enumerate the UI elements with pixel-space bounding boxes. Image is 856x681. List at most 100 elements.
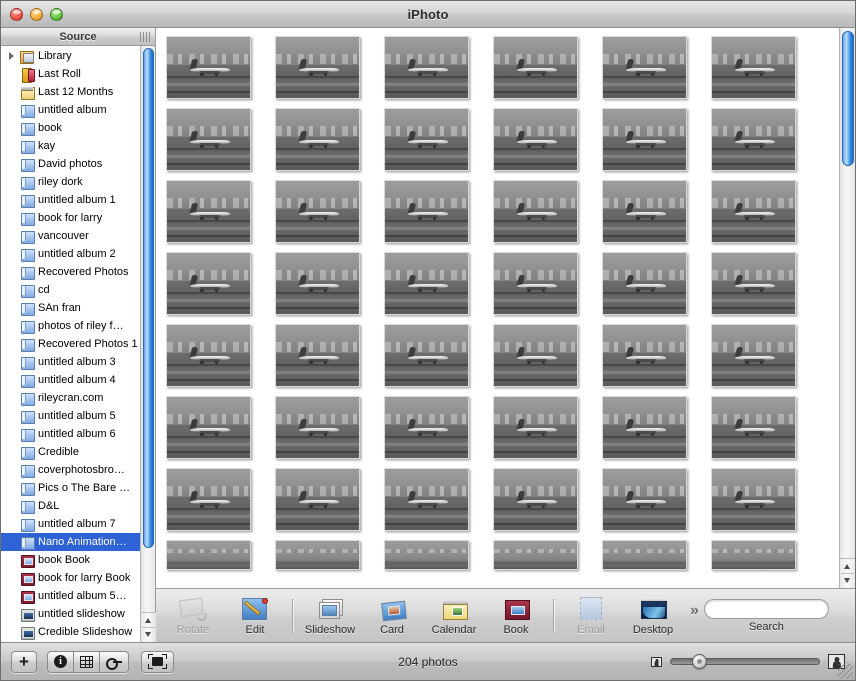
minimize-button[interactable] (30, 7, 43, 21)
sidebar-item-untitled-album-3[interactable]: untitled album 3 (1, 353, 140, 371)
small-thumbnail-icon[interactable] (651, 656, 662, 667)
photo-grid[interactable] (156, 28, 839, 588)
sidebar-item-cd[interactable]: cd (1, 281, 140, 299)
photo-thumbnail-cell[interactable] (711, 180, 820, 252)
photo-thumbnail[interactable] (384, 36, 469, 99)
photo-thumbnail-cell[interactable] (493, 540, 602, 588)
sidebar-scrollbar[interactable] (140, 46, 156, 642)
photo-thumbnail-cell[interactable] (275, 252, 384, 324)
photo-thumbnail[interactable] (493, 396, 578, 459)
photo-thumbnail[interactable] (166, 108, 251, 171)
toolbar-desktop-button[interactable]: Desktop (622, 591, 684, 641)
photo-scrollbar-thumb[interactable] (842, 31, 854, 166)
photo-thumbnail[interactable] (166, 540, 251, 570)
sidebar-item-library[interactable]: Library (1, 47, 140, 65)
sidebar-item-untitled-album-5[interactable]: untitled album 5… (1, 587, 140, 605)
photo-thumbnail[interactable] (275, 396, 360, 459)
sidebar-item-untitled-album-2[interactable]: untitled album 2 (1, 245, 140, 263)
photo-thumbnail[interactable] (493, 468, 578, 531)
fullscreen-button[interactable] (141, 650, 174, 673)
show-keywords-button[interactable] (100, 650, 129, 673)
photo-thumbnail-cell[interactable] (384, 540, 493, 588)
photo-thumbnail[interactable] (384, 252, 469, 315)
toolbar-card-button[interactable]: Card (361, 591, 423, 641)
photo-thumbnail-cell[interactable] (711, 324, 820, 396)
photo-thumbnail[interactable] (602, 108, 687, 171)
photo-thumbnail[interactable] (384, 468, 469, 531)
photo-thumbnail-cell[interactable] (275, 540, 384, 588)
photo-thumbnail[interactable] (384, 324, 469, 387)
photo-thumbnail[interactable] (166, 468, 251, 531)
photo-thumbnail[interactable] (602, 396, 687, 459)
photo-thumbnail-cell[interactable] (711, 36, 820, 108)
source-list[interactable]: Library Last Roll Last 12 Months untitled a… (1, 46, 140, 642)
add-album-button[interactable]: + (11, 650, 37, 673)
photo-thumbnail-cell[interactable] (493, 396, 602, 468)
toolbar-calendar-button[interactable]: Calendar (423, 591, 485, 641)
photo-thumbnail[interactable] (275, 36, 360, 99)
photo-thumbnail-cell[interactable] (493, 252, 602, 324)
sidebar-item-recovered-photos-1[interactable]: Recovered Photos 1 (1, 335, 140, 353)
sidebar-item-untitled-album-5[interactable]: untitled album 5 (1, 407, 140, 425)
sidebar-item-untitled-album-4[interactable]: untitled album 4 (1, 371, 140, 389)
sidebar-item-untitled-album[interactable]: untitled album (1, 101, 140, 119)
photo-thumbnail[interactable] (275, 324, 360, 387)
toolbar-overflow-icon[interactable]: » (690, 602, 699, 620)
photo-thumbnail[interactable] (602, 468, 687, 531)
photo-thumbnail-cell[interactable] (711, 108, 820, 180)
resize-grip-icon[interactable] (140, 32, 150, 42)
toolbar-edit-button[interactable]: Edit (224, 591, 286, 641)
photo-thumbnail-cell[interactable] (166, 540, 275, 588)
photo-thumbnail-cell[interactable] (493, 108, 602, 180)
photo-thumbnail-cell[interactable] (493, 180, 602, 252)
zoom-button[interactable] (50, 7, 63, 21)
sidebar-item-credible-slideshow[interactable]: Credible Slideshow (1, 623, 140, 641)
photo-thumbnail-cell[interactable] (275, 324, 384, 396)
photo-thumbnail-cell[interactable] (275, 468, 384, 540)
photo-thumbnail-cell[interactable] (384, 468, 493, 540)
toolbar-slideshow-button[interactable]: Slideshow (299, 591, 361, 641)
photo-thumbnail-cell[interactable] (166, 180, 275, 252)
photo-thumbnail[interactable] (275, 540, 360, 570)
sidebar-item-recovered-photos[interactable]: Recovered Photos (1, 263, 140, 281)
thumbnail-size-slider[interactable] (670, 654, 820, 669)
scroll-up-arrow-icon[interactable] (145, 618, 151, 623)
photo-thumbnail-cell[interactable] (711, 252, 820, 324)
photo-scroll-arrows[interactable] (840, 558, 855, 588)
photo-thumbnail-cell[interactable] (602, 540, 711, 588)
show-info-button[interactable]: i (47, 650, 74, 673)
photo-thumbnail[interactable] (275, 252, 360, 315)
photo-thumbnail-cell[interactable] (275, 36, 384, 108)
sidebar-scroll-arrows[interactable] (141, 612, 156, 642)
photo-thumbnail-cell[interactable] (166, 324, 275, 396)
photo-thumbnail[interactable] (711, 108, 796, 171)
photo-thumbnail-cell[interactable] (384, 36, 493, 108)
sidebar-scrollbar-thumb[interactable] (143, 48, 154, 548)
photo-thumbnail[interactable] (275, 180, 360, 243)
photo-thumbnail[interactable] (275, 108, 360, 171)
photo-thumbnail[interactable] (166, 252, 251, 315)
sidebar-item-pics-o-the-bare[interactable]: Pics o The Bare … (1, 479, 140, 497)
window-resize-handle[interactable] (838, 664, 853, 679)
photo-thumbnail-cell[interactable] (384, 252, 493, 324)
photo-thumbnail-cell[interactable] (602, 324, 711, 396)
photo-thumbnail[interactable] (493, 324, 578, 387)
photo-thumbnail[interactable] (493, 252, 578, 315)
photo-thumbnail[interactable] (493, 36, 578, 99)
sidebar-item-untitled-album-1[interactable]: untitled album 1 (1, 191, 140, 209)
photo-thumbnail[interactable] (602, 36, 687, 99)
photo-thumbnail[interactable] (384, 180, 469, 243)
sidebar-item-david-photos[interactable]: David photos (1, 155, 140, 173)
photo-thumbnail-cell[interactable] (384, 108, 493, 180)
sidebar-item-last-12-months[interactable]: Last 12 Months (1, 83, 140, 101)
photo-thumbnail-cell[interactable] (602, 396, 711, 468)
sidebar-item-untitled-album-6[interactable]: untitled album 6 (1, 425, 140, 443)
photo-thumbnail[interactable] (275, 468, 360, 531)
sidebar-item-untitled-album-7[interactable]: untitled album 7 (1, 515, 140, 533)
toolbar-book-button[interactable]: Book (485, 591, 547, 641)
photo-thumbnail[interactable] (384, 108, 469, 171)
close-button[interactable] (10, 7, 23, 21)
sidebar-item-rileycran-com[interactable]: rileycran.com (1, 389, 140, 407)
scroll-up-arrow-icon[interactable] (844, 564, 850, 569)
photo-thumbnail[interactable] (384, 396, 469, 459)
